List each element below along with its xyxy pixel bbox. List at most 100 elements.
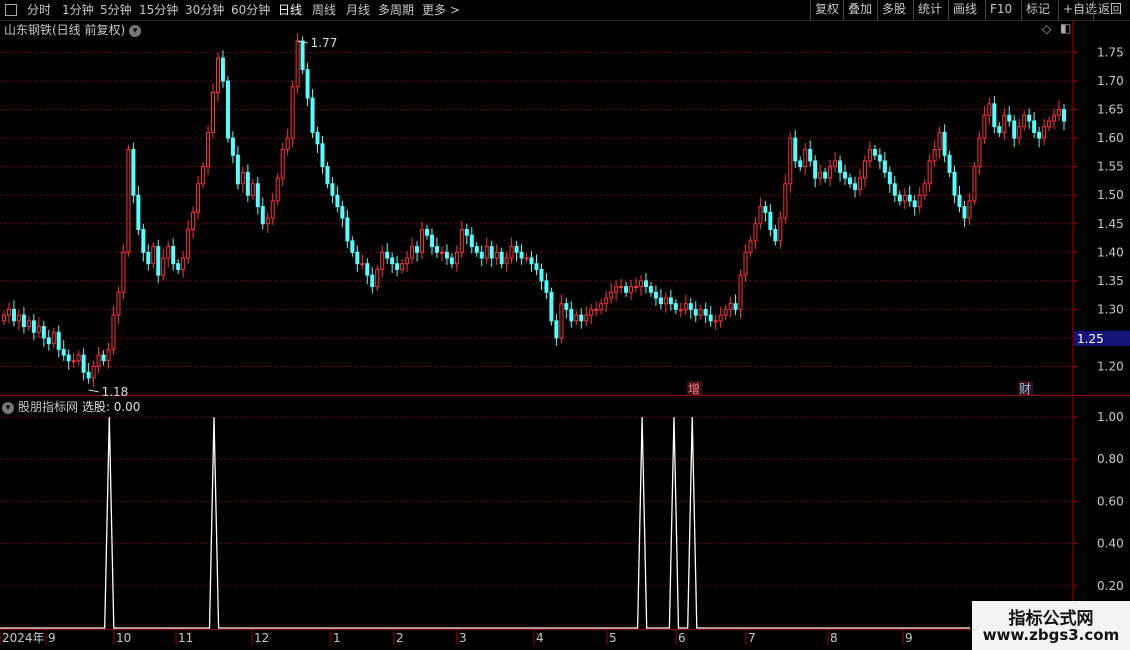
candle-body bbox=[31, 320, 36, 333]
y-tick-label: 1.50 bbox=[1097, 188, 1124, 202]
candle-body bbox=[619, 286, 624, 289]
candle-body bbox=[693, 308, 698, 316]
candle-body bbox=[265, 217, 270, 225]
indicator-tick-label: 0.60 bbox=[1097, 494, 1124, 508]
candle-body bbox=[1022, 114, 1027, 128]
candle-body bbox=[375, 268, 380, 288]
y-tick-label: 1.75 bbox=[1097, 45, 1124, 59]
candle-body bbox=[270, 200, 275, 219]
candle-body bbox=[81, 354, 86, 373]
candle-body bbox=[295, 40, 300, 88]
candle-body bbox=[848, 177, 853, 185]
candle-body bbox=[1002, 114, 1007, 133]
candle-body bbox=[843, 171, 848, 179]
candle-body bbox=[1012, 120, 1017, 139]
candle-body bbox=[972, 166, 977, 202]
candle-body bbox=[106, 348, 111, 362]
candle-body bbox=[862, 160, 867, 179]
increase-marker: 增 bbox=[688, 382, 700, 396]
candle-body bbox=[385, 251, 390, 259]
candle-body bbox=[215, 57, 220, 93]
candle-body bbox=[743, 251, 748, 276]
candle-body bbox=[648, 286, 653, 293]
candle-body bbox=[509, 246, 514, 259]
candle-body bbox=[758, 206, 763, 225]
candle-body bbox=[1017, 126, 1022, 139]
candle-body bbox=[688, 303, 693, 310]
candle-body bbox=[56, 331, 61, 350]
x-tick-label: 12 bbox=[254, 631, 269, 645]
chart-svg: 1.20 1.25 1.30 1.35 1.40 1.45 1.50 1.55 1.60 1.65… bbox=[0, 20, 1130, 645]
candle-body bbox=[748, 240, 753, 253]
annotation-label: 1.18 bbox=[102, 385, 129, 399]
candle-body bbox=[643, 280, 648, 288]
candle-body bbox=[176, 263, 181, 270]
candle-body bbox=[823, 171, 828, 179]
candle-body bbox=[186, 228, 191, 259]
watermark-url: www.zbgs3.com bbox=[982, 626, 1120, 644]
candle-body bbox=[634, 286, 639, 289]
candle-body bbox=[1007, 114, 1012, 122]
candle-body bbox=[360, 263, 365, 266]
candle-body bbox=[778, 217, 783, 242]
candle-body bbox=[658, 297, 663, 305]
candle-body bbox=[892, 183, 897, 196]
candle-body bbox=[46, 337, 51, 345]
candle-body bbox=[191, 211, 196, 230]
y-tick-label: 1.30 bbox=[1097, 302, 1124, 316]
indicator-tick-label: 0.20 bbox=[1097, 579, 1124, 593]
candle-body bbox=[290, 86, 295, 139]
candle-body bbox=[206, 131, 211, 168]
candle-body bbox=[250, 183, 255, 196]
candle-body bbox=[146, 251, 151, 265]
candle-body bbox=[171, 246, 176, 265]
candle-body bbox=[479, 251, 484, 259]
candle-body bbox=[838, 160, 843, 173]
annotation-label: 1.77 bbox=[311, 36, 338, 50]
candle-body bbox=[335, 194, 340, 208]
candle-body bbox=[51, 331, 56, 345]
candle-body bbox=[773, 228, 778, 242]
candle-body bbox=[61, 348, 66, 356]
candle-body bbox=[594, 308, 599, 311]
candle-body bbox=[429, 234, 434, 248]
candle-body bbox=[967, 200, 972, 219]
candle-body bbox=[439, 251, 444, 254]
x-tick-label: 9 bbox=[48, 631, 56, 645]
candle-body bbox=[350, 240, 355, 253]
candle-body bbox=[280, 149, 285, 179]
candle-body bbox=[768, 211, 773, 230]
candle-body bbox=[763, 206, 768, 213]
x-tick-label: 3 bbox=[459, 631, 467, 645]
x-tick-label: 11 bbox=[178, 631, 193, 645]
candle-body bbox=[320, 143, 325, 168]
candle-body bbox=[534, 263, 539, 270]
candle-body bbox=[474, 246, 479, 253]
candle-body bbox=[36, 326, 41, 333]
candle-body bbox=[484, 246, 489, 259]
candle-body bbox=[514, 246, 519, 253]
candle-body bbox=[579, 314, 584, 322]
indicator-name: 股朋指标网 bbox=[18, 400, 79, 414]
candle-body bbox=[235, 154, 240, 185]
candle-body bbox=[942, 131, 947, 156]
candle-body bbox=[1057, 109, 1062, 116]
candle-body bbox=[111, 314, 116, 350]
candle-body bbox=[454, 251, 459, 265]
candle-body bbox=[300, 40, 305, 71]
candle-body bbox=[703, 308, 708, 316]
candle-body bbox=[11, 308, 16, 322]
candle-body bbox=[245, 171, 250, 196]
candle-body bbox=[240, 171, 245, 185]
candle-body bbox=[519, 251, 524, 259]
candle-body bbox=[813, 160, 818, 179]
candle-body bbox=[425, 228, 430, 236]
chevron-down-icon[interactable]: ▾ bbox=[2, 401, 14, 414]
candle-body bbox=[614, 286, 619, 293]
candle-body bbox=[330, 183, 335, 196]
indicator-value: 选股: 0.00 bbox=[81, 400, 141, 414]
candle-body bbox=[818, 171, 823, 179]
candle-body bbox=[902, 194, 907, 202]
candle-body bbox=[225, 80, 230, 139]
candle-body bbox=[16, 314, 21, 322]
